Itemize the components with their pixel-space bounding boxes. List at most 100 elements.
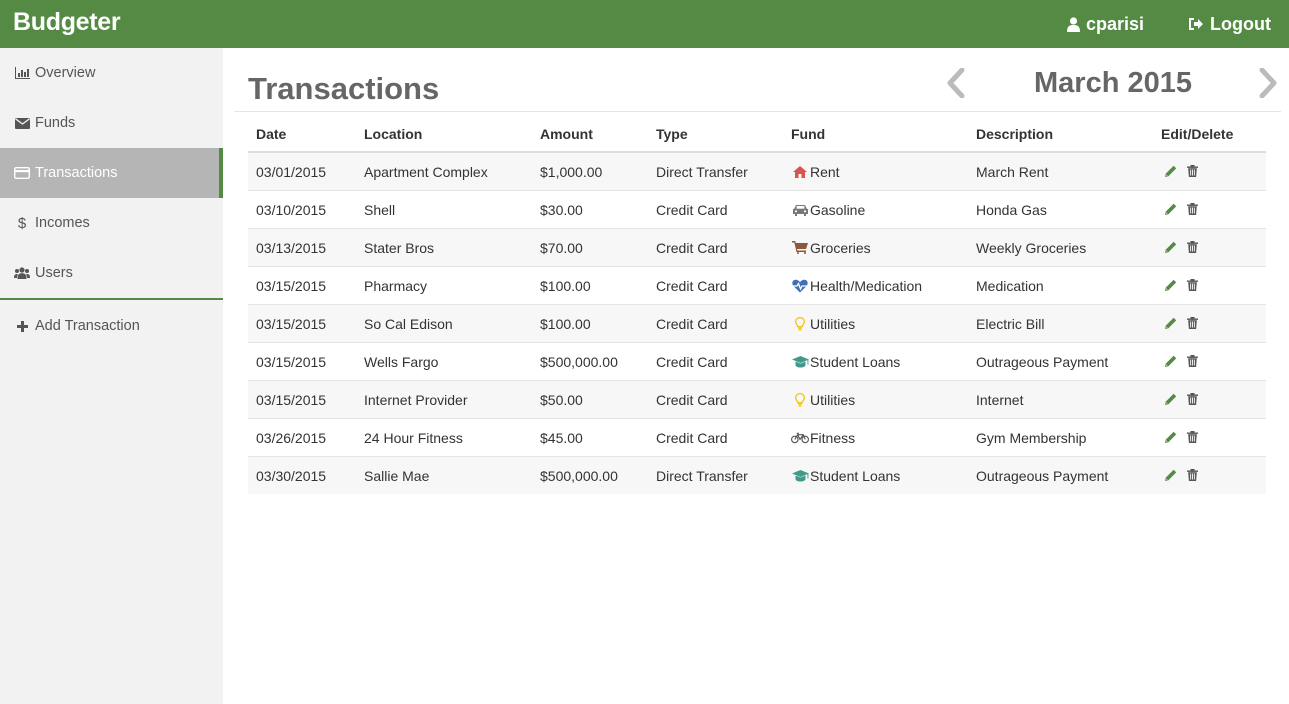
envelope-icon — [14, 115, 30, 131]
sidebar-item-transactions[interactable]: Transactions — [0, 148, 223, 198]
add-transaction-label: Add Transaction — [35, 318, 140, 334]
table-row: 03/13/2015 Stater Bros $70.00 Credit Car… — [248, 228, 1266, 267]
table-row: 03/15/2015 Pharmacy $100.00 Credit Card … — [248, 266, 1266, 305]
logout-link[interactable]: Logout — [1188, 14, 1271, 35]
delete-trash-icon[interactable] — [1187, 469, 1199, 482]
delete-trash-icon[interactable] — [1187, 241, 1199, 254]
sidebar-item-label: Overview — [35, 65, 96, 81]
cell-amount: $500,000.00 — [532, 342, 648, 381]
cell-fund: Fitness — [783, 418, 968, 457]
cell-location: So Cal Edison — [356, 304, 532, 343]
cell-actions — [1153, 304, 1266, 343]
cell-description: March Rent — [968, 151, 1153, 191]
cell-actions — [1153, 418, 1266, 457]
next-month-button[interactable] — [1257, 67, 1279, 99]
car-icon — [791, 203, 809, 217]
cell-amount: $500,000.00 — [532, 456, 648, 494]
column-header-fund: Fund — [783, 116, 968, 153]
table-row: 03/26/2015 24 Hour Fitness $45.00 Credit… — [248, 418, 1266, 457]
sidebar: Overview Funds Transactions $ Incomes Us… — [0, 48, 223, 704]
column-header-type: Type — [648, 116, 783, 153]
edit-pencil-icon[interactable] — [1165, 355, 1177, 368]
table-row: 03/15/2015 So Cal Edison $100.00 Credit … — [248, 304, 1266, 343]
heartbeat-icon — [791, 279, 809, 293]
sidebar-item-users[interactable]: Users — [0, 248, 223, 298]
cell-amount: $70.00 — [532, 228, 648, 267]
edit-pencil-icon[interactable] — [1165, 241, 1177, 254]
delete-trash-icon[interactable] — [1187, 431, 1199, 444]
table-row: 03/15/2015 Wells Fargo $500,000.00 Credi… — [248, 342, 1266, 381]
delete-trash-icon[interactable] — [1187, 203, 1199, 216]
cell-type: Credit Card — [648, 304, 783, 343]
table-row: 03/30/2015 Sallie Mae $500,000.00 Direct… — [248, 456, 1266, 494]
username-label: cparisi — [1085, 13, 1145, 34]
cell-type: Credit Card — [648, 266, 783, 305]
sidebar-item-label: Funds — [35, 115, 76, 131]
delete-trash-icon[interactable] — [1187, 317, 1199, 330]
cell-location: Shell — [356, 190, 532, 229]
fund-label: Fitness — [810, 429, 856, 446]
cell-fund: Student Loans — [783, 342, 968, 381]
cell-location: Wells Fargo — [356, 342, 532, 381]
delete-trash-icon[interactable] — [1187, 393, 1199, 406]
cell-fund: Gasoline — [783, 190, 968, 229]
cell-type: Credit Card — [648, 228, 783, 267]
page-title: Transactions — [248, 71, 440, 106]
column-header-location: Location — [356, 116, 532, 153]
cell-description: Electric Bill — [968, 304, 1153, 343]
cell-description: Weekly Groceries — [968, 228, 1153, 267]
cell-date: 03/15/2015 — [248, 380, 356, 419]
lightbulb-icon — [791, 316, 809, 331]
cell-type: Credit Card — [648, 190, 783, 229]
brand-logo[interactable]: Budgeter — [13, 8, 121, 37]
edit-pencil-icon[interactable] — [1165, 165, 1177, 178]
cell-actions — [1153, 342, 1266, 381]
cell-fund: Utilities — [783, 304, 968, 343]
cell-amount: $50.00 — [532, 380, 648, 419]
cell-date: 03/26/2015 — [248, 418, 356, 457]
fund-label: Utilities — [810, 391, 856, 408]
user-menu-link[interactable]: cparisi — [1066, 13, 1145, 35]
logout-label: Logout — [1210, 13, 1271, 34]
bicycle-icon — [791, 431, 809, 445]
table-row: 03/15/2015 Internet Provider $50.00 Cred… — [248, 380, 1266, 419]
cell-fund: Groceries — [783, 228, 968, 267]
cell-description: Medication — [968, 266, 1153, 305]
cell-fund: Student Loans — [783, 456, 968, 494]
column-header-date: Date — [248, 116, 356, 153]
add-transaction-button[interactable]: Add Transaction — [0, 300, 223, 352]
table-header-row: Date Location Amount Type Fund Descripti… — [248, 116, 1266, 153]
edit-pencil-icon[interactable] — [1165, 317, 1177, 330]
dollar-icon: $ — [17, 214, 27, 232]
plus-icon — [14, 318, 30, 334]
cell-date: 03/13/2015 — [248, 228, 356, 267]
edit-pencil-icon[interactable] — [1165, 469, 1177, 482]
delete-trash-icon[interactable] — [1187, 279, 1199, 292]
fund-label: Health/Medication — [810, 277, 923, 294]
sidebar-item-overview[interactable]: Overview — [0, 48, 223, 98]
delete-trash-icon[interactable] — [1187, 355, 1199, 368]
cell-type: Credit Card — [648, 380, 783, 419]
edit-pencil-icon[interactable] — [1165, 279, 1177, 292]
edit-pencil-icon[interactable] — [1165, 203, 1177, 216]
sidebar-item-incomes[interactable]: $ Incomes — [0, 198, 223, 248]
fund-label: Student Loans — [810, 467, 901, 484]
cell-location: Pharmacy — [356, 266, 532, 305]
edit-pencil-icon[interactable] — [1165, 431, 1177, 444]
cell-description: Outrageous Payment — [968, 342, 1153, 381]
cell-actions — [1153, 456, 1266, 494]
cell-location: Stater Bros — [356, 228, 532, 267]
page-header: Transactions March 2015 — [234, 48, 1281, 112]
chevron-right-icon — [1259, 67, 1277, 99]
cell-fund: Utilities — [783, 380, 968, 419]
delete-trash-icon[interactable] — [1187, 165, 1199, 178]
graduation-cap-icon — [791, 469, 809, 483]
cell-location: Sallie Mae — [356, 456, 532, 494]
month-navigator: March 2015 — [945, 64, 1281, 100]
main-content: Transactions March 2015 Date Location Am… — [234, 48, 1281, 494]
graduation-cap-icon — [791, 355, 809, 369]
sidebar-item-funds[interactable]: Funds — [0, 98, 223, 148]
edit-pencil-icon[interactable] — [1165, 393, 1177, 406]
cell-type: Direct Transfer — [648, 151, 783, 191]
sign-out-icon — [1188, 17, 1204, 31]
